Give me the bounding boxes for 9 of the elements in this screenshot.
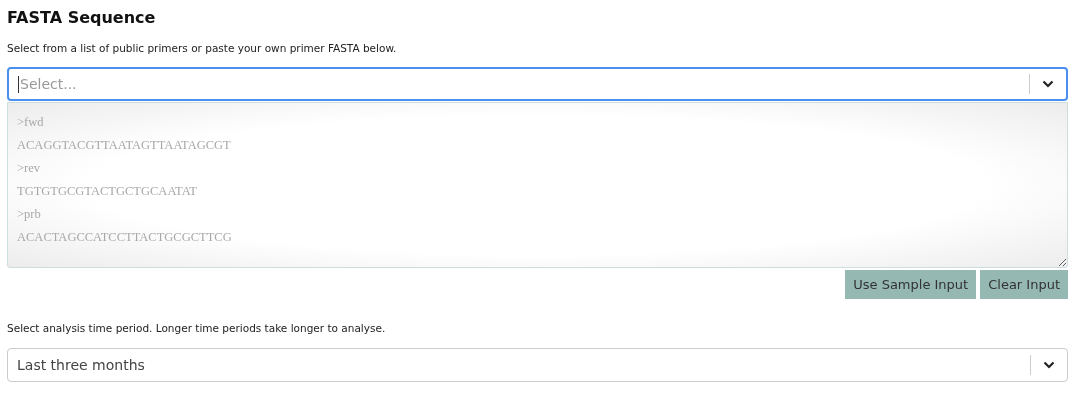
action-button[interactable]: Use Sample Input xyxy=(845,270,977,299)
section-heading: FASTA Sequence xyxy=(7,7,157,29)
instruction-text: Select from a list of public primers or paste your own primer FASTA below. xyxy=(7,41,398,56)
chevron-down-icon xyxy=(1043,361,1055,369)
action-button[interactable]: Clear Input xyxy=(980,270,1068,299)
period-select[interactable]: Last three months xyxy=(7,348,1068,382)
fasta-input-field[interactable]: >fwd ACAGGTACGTTAATAGTTAATAGCGT >rev TGTGTGCGTACTGCTGCAATAT >prb ACACTAGCCATCCTTACTGCGCTTCG xyxy=(7,102,1068,268)
instruction-text: Select analysis time period. Longer time periods take longer to analyse. xyxy=(7,321,387,336)
chevron-down-icon xyxy=(1042,80,1054,88)
